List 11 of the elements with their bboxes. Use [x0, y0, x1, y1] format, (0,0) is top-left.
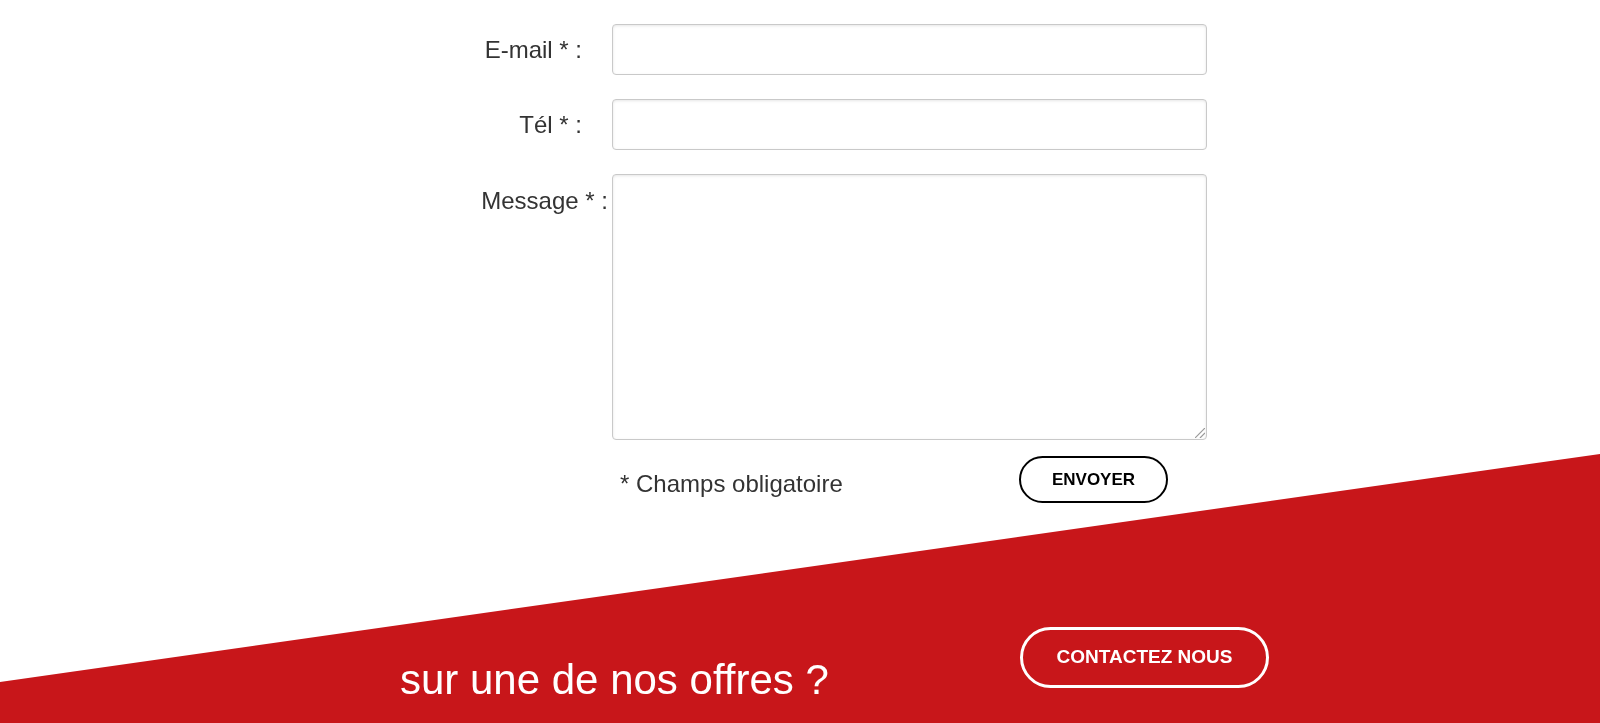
- resize-grip-icon[interactable]: [1195, 428, 1205, 438]
- field-label: E-mail * :: [484, 35, 582, 64]
- input-field[interactable]: [612, 24, 1207, 75]
- textarea-field[interactable]: [612, 174, 1207, 440]
- input-field[interactable]: [612, 99, 1207, 150]
- banner-text: sur une de nos offres ?: [400, 658, 829, 702]
- field-label: Tél * :: [519, 110, 582, 139]
- submit-button[interactable]: ENVOYER: [1019, 456, 1168, 503]
- required-note: * Champs obligatoire: [620, 469, 843, 498]
- field-label: Message * :: [481, 187, 608, 215]
- contact-button[interactable]: CONTACTEZ NOUS: [1020, 627, 1269, 688]
